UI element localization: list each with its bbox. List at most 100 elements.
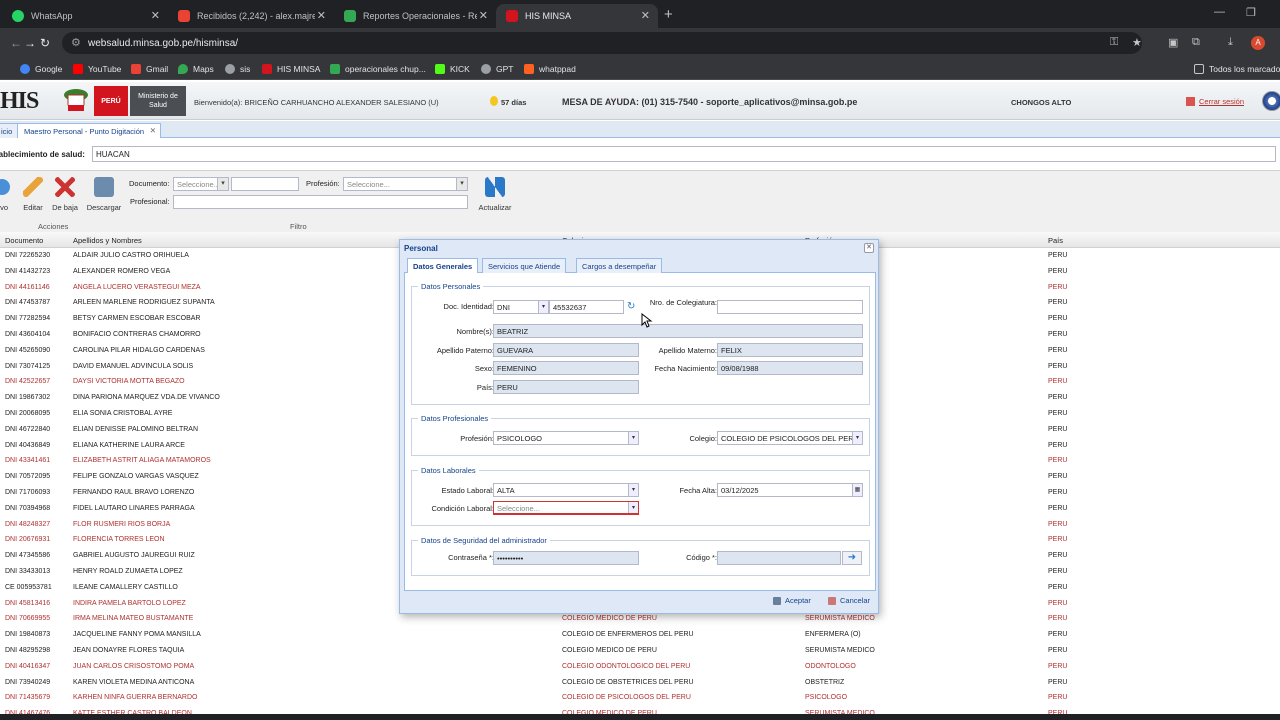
logout-link[interactable]: Cerrar sesión <box>1186 97 1244 106</box>
minimize-icon[interactable]: — <box>1214 6 1225 18</box>
browser-tab-his-minsa[interactable]: HIS MINSA ✕ <box>496 4 658 28</box>
cell-nombres: IRMA MELINA MATEO BUSTAMANTE <box>73 615 194 623</box>
browser-tab-whatsapp[interactable]: WhatsApp ✕ <box>2 4 168 28</box>
nombres-field[interactable]: BEATRIZ <box>493 324 863 338</box>
bookmark-his-minsa[interactable]: HIS MINSA <box>262 64 320 74</box>
contrasena-input[interactable]: •••••••••• <box>493 551 639 565</box>
col-pais[interactable]: País <box>1048 236 1063 245</box>
add-icon <box>0 177 12 197</box>
bookmark-star-icon[interactable]: ★ <box>1132 36 1142 49</box>
table-row[interactable]: DNI 19840873 JACQUELINE FANNY POMA MANSIL… <box>0 627 1280 643</box>
documento-number-input[interactable] <box>231 177 299 191</box>
cast-icon[interactable]: ▣ <box>1168 36 1178 49</box>
close-tab-icon[interactable]: ✕ <box>479 9 488 22</box>
profesion-select[interactable]: Seleccione... ▾ <box>343 177 468 191</box>
mouse-cursor-icon <box>641 313 653 328</box>
back-icon[interactable]: ← <box>10 36 22 50</box>
download-button[interactable]: Descargar <box>86 177 122 212</box>
bookmark-maps[interactable]: Maps <box>178 64 214 74</box>
address-bar[interactable]: ⚙ websalud.minsa.gob.pe/hisminsa/ <box>62 32 1142 54</box>
restore-icon[interactable]: ❐ <box>1246 6 1256 19</box>
cell-documento: DNI 19867302 <box>5 394 51 402</box>
colegiatura-input[interactable] <box>717 300 863 314</box>
cell-colegio: COLEGIO DE ENFERMEROS DEL PERU <box>562 631 694 639</box>
submit-arrow-icon[interactable]: ➜ <box>842 551 862 565</box>
bookmark-google[interactable]: Google <box>20 64 62 74</box>
reload-icon[interactable]: ↻ <box>40 36 50 50</box>
globe-icon[interactable] <box>1262 91 1280 111</box>
globe-icon <box>225 64 235 74</box>
extensions-icon[interactable]: ⧉ <box>1192 36 1200 49</box>
close-tab-icon[interactable]: ✕ <box>317 9 326 22</box>
apellido-materno-field[interactable]: FELIX <box>717 343 863 357</box>
bookmark-gmail[interactable]: Gmail <box>131 64 168 74</box>
browser-tab-reportes[interactable]: Reportes Operacionales - Red C ✕ <box>334 4 496 28</box>
cell-documento: DNI 77282594 <box>5 315 51 323</box>
condicion-laboral-select[interactable]: Seleccione... ▾ <box>493 501 639 515</box>
colegiatura-label: Nro. de Colegiatura: <box>649 298 717 307</box>
close-icon[interactable]: ✕ <box>864 243 874 253</box>
profile-avatar[interactable]: A <box>1251 36 1265 50</box>
table-row[interactable]: DNI 40416347 JUAN CARLOS CRISOSTOMO POMA C… <box>0 659 1280 675</box>
tab-maestro-personal[interactable]: Maestro Personal - Punto Digitación ✕ <box>17 123 162 138</box>
tab-servicios[interactable]: Servicios que Atiende <box>482 258 567 273</box>
edit-button[interactable]: Editar <box>15 177 51 212</box>
all-bookmarks[interactable]: Todos los marcadores <box>1194 64 1280 74</box>
fecha-alta-input[interactable]: 03/12/2025 ▦ <box>717 483 863 497</box>
bookmark-operacionales[interactable]: operacionales chup... <box>330 64 426 74</box>
cell-pais: PERU <box>1048 252 1068 259</box>
profesion-select[interactable]: PSICOLOGO ▾ <box>493 431 639 445</box>
new-tab-button[interactable]: + <box>664 6 673 23</box>
forward-icon[interactable]: → <box>24 36 36 50</box>
col-nombres[interactable]: Apellidos y Nombres <box>73 236 142 245</box>
bookmark-sis[interactable]: sis <box>225 64 250 74</box>
site-info-icon[interactable]: ⚙ <box>71 36 81 49</box>
download-icon[interactable]: ⤓ <box>1228 36 1233 49</box>
bookmark-youtube[interactable]: YouTube <box>73 64 121 74</box>
doc-type-select[interactable]: DNI ▾ <box>493 300 549 314</box>
table-row[interactable]: DNI 73940249 KAREN VIOLETA MEDINA ANTICON… <box>0 675 1280 691</box>
doc-number-input[interactable]: 45532637 <box>549 300 624 314</box>
peru-logo: PERÚ <box>94 86 128 116</box>
app-tab-strip: icio Maestro Personal - Punto Digitación… <box>0 121 1280 138</box>
close-tab-icon[interactable]: ✕ <box>150 126 156 135</box>
col-documento[interactable]: Documento <box>5 236 43 245</box>
cell-nombres: KARHEN NINFA GUERRA BERNARDO <box>73 694 198 702</box>
table-row[interactable]: DNI 48295298 JEAN DONAYRE FLORES TAQUIA CO… <box>0 643 1280 659</box>
youtube-icon <box>73 64 83 74</box>
deactivate-button[interactable]: De baja <box>47 177 83 212</box>
cell-nombres: FELIPE GONZALO VARGAS VASQUEZ <box>73 473 199 481</box>
cell-pais: PERU <box>1048 410 1068 417</box>
cell-documento: DNI 40416347 <box>5 662 51 670</box>
close-tab-icon[interactable]: ✕ <box>641 9 650 22</box>
app-header: HIS PERÚ Ministerio de Salud Bienvenido(… <box>0 82 1280 120</box>
browser-tab-gmail[interactable]: Recibidos (2,242) - alex.majre@ ✕ <box>168 4 334 28</box>
colegio-select[interactable]: COLEGIO DE PSICOLOGOS DEL PERU ▾ <box>717 431 863 445</box>
accept-button[interactable]: Aceptar <box>773 596 811 605</box>
cell-documento: DNI 20068095 <box>5 410 51 417</box>
tab-cargos[interactable]: Cargos a desempeñar <box>576 258 663 273</box>
calendar-icon[interactable]: ▦ <box>852 484 862 496</box>
bookmark-whatppad[interactable]: whatppad <box>524 64 576 74</box>
fecha-nacimiento-field[interactable]: 09/08/1988 <box>717 361 863 375</box>
search-refresh-icon[interactable]: ↻ <box>627 301 635 312</box>
tab-datos-generales[interactable]: Datos Generales <box>407 258 479 273</box>
profesional-input[interactable] <box>173 195 468 209</box>
bookmark-gpt[interactable]: GPT <box>481 64 513 74</box>
table-row[interactable]: DNI 71435679 KARHEN NINFA GUERRA BERNARDO… <box>0 690 1280 706</box>
dialog-footer: Aceptar Cancelar <box>404 594 876 612</box>
bookmark-kick[interactable]: KICK <box>435 64 470 74</box>
apellido-paterno-field[interactable]: GUEVARA <box>493 343 639 357</box>
establecimiento-field[interactable]: HUACAN <box>92 146 1276 162</box>
establecimiento-label: tablecimiento de salud: <box>0 150 85 159</box>
sexo-field[interactable]: FEMENINO <box>493 361 639 375</box>
password-key-icon[interactable]: ⚿ <box>1110 36 1118 49</box>
estado-laboral-select[interactable]: ALTA ▾ <box>493 483 639 497</box>
pais-field[interactable]: PERU <box>493 380 639 394</box>
close-tab-icon[interactable]: ✕ <box>151 9 160 22</box>
codigo-input[interactable] <box>717 551 841 565</box>
cancel-button[interactable]: Cancelar <box>828 596 870 605</box>
documento-select[interactable]: Seleccione... ▾ <box>173 177 229 191</box>
cell-profesion: OBSTETRIZ <box>805 678 845 686</box>
refresh-button[interactable]: Actualizar <box>477 177 513 212</box>
